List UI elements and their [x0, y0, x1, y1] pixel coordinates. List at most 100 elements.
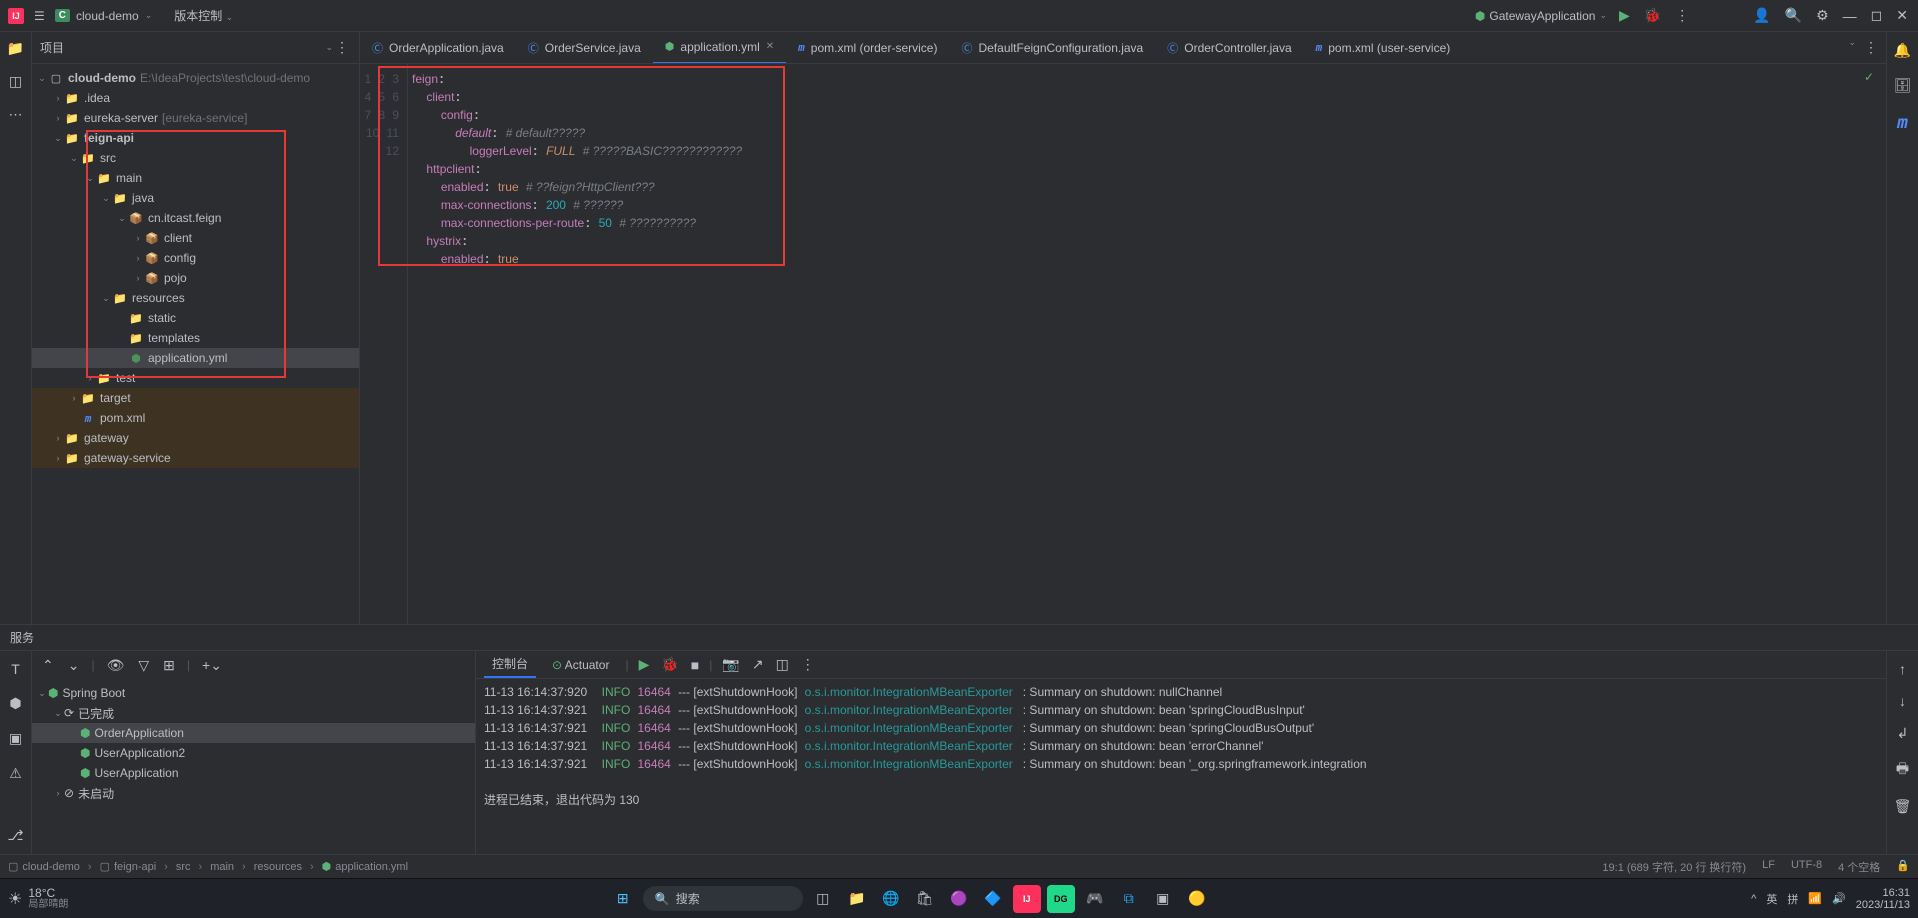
tree-row-src[interactable]: ⌄📁src: [32, 148, 359, 168]
database-icon[interactable]: 🗄: [1892, 75, 1914, 96]
clear-icon[interactable]: 🗑: [1892, 796, 1914, 817]
tree-row-pojo[interactable]: ›📦pojo: [32, 268, 359, 288]
tab-close-icon[interactable]: ✕: [766, 41, 774, 52]
tree-row-client[interactable]: ›📦client: [32, 228, 359, 248]
panel-more-icon[interactable]: ⋮: [333, 37, 351, 58]
app-icon-3[interactable]: 🎮: [1081, 885, 1109, 913]
services-warning-icon[interactable]: ⚠: [7, 763, 24, 784]
tree-row-idea[interactable]: ›📁.idea: [32, 88, 359, 108]
ime-lang[interactable]: 英: [1766, 891, 1777, 907]
services-text-icon[interactable]: T: [9, 659, 22, 679]
edge-icon[interactable]: 🌐: [877, 885, 905, 913]
scroll-bottom-icon[interactable]: ↓: [1897, 691, 1908, 711]
user-icon[interactable]: 👤: [1751, 5, 1772, 26]
terminal-icon[interactable]: ▣: [1149, 885, 1177, 913]
tree-row-templates[interactable]: 📁templates: [32, 328, 359, 348]
editor-content[interactable]: 1 2 3 4 5 6 7 8 9 10 11 12 feign: client…: [360, 64, 1886, 624]
project-tree[interactable]: ⌄▢ cloud-demo E:\IdeaProjects\test\cloud…: [32, 64, 359, 624]
svc-filter-icon[interactable]: ▽: [136, 655, 151, 676]
more-actions-icon[interactable]: ⋮: [1673, 5, 1691, 26]
project-name[interactable]: cloud-demo: [76, 9, 139, 23]
tree-row-appyml[interactable]: ⬢application.yml: [32, 348, 359, 368]
search-icon[interactable]: 🔍: [1783, 5, 1804, 26]
console-output[interactable]: 11-13 16:14:37:920 INFO 16464 --- [extSh…: [476, 679, 1886, 854]
tree-row-test[interactable]: ›📁test: [32, 368, 359, 388]
tab-order-app[interactable]: ⒸOrderApplication.java: [360, 32, 516, 64]
wrap-icon[interactable]: ↲: [1895, 723, 1911, 744]
notifications-icon[interactable]: 🔔: [1892, 40, 1913, 61]
datagrip-icon[interactable]: DG: [1047, 885, 1075, 913]
console-more-icon[interactable]: ⋮: [799, 654, 817, 675]
tree-row-eureka[interactable]: ›📁eureka-server[eureka-service]: [32, 108, 359, 128]
tab-pom-order[interactable]: mpom.xml (order-service): [786, 32, 949, 64]
status-indent[interactable]: 4 个空格: [1838, 859, 1880, 875]
vcs-menu[interactable]: 版本控制 ⌄: [174, 7, 233, 24]
print-icon[interactable]: 🖶: [1894, 756, 1911, 784]
console-debug-icon[interactable]: 🐞: [659, 654, 680, 675]
tab-order-controller[interactable]: ⒸOrderController.java: [1155, 32, 1303, 64]
svc-plus-icon[interactable]: +⌄: [200, 655, 224, 676]
chevron-down-icon[interactable]: ⌄: [145, 10, 153, 21]
console-run-icon[interactable]: ▶: [637, 654, 652, 675]
search-box[interactable]: 🔍搜索: [643, 886, 803, 911]
scroll-top-icon[interactable]: ↑: [1897, 659, 1908, 679]
svc-order-app[interactable]: ⬢OrderApplication: [32, 723, 475, 743]
actuator-tab[interactable]: ⊙ Actuator: [544, 654, 617, 676]
code-editor[interactable]: feign: client: config: default: # defaul…: [408, 64, 1886, 624]
weather-widget[interactable]: ☀ 18°C 局部晴朗: [8, 887, 68, 911]
svc-view-icon[interactable]: 👁: [105, 655, 127, 676]
tree-row-feign-api[interactable]: ⌄📁feign-api: [32, 128, 359, 148]
app-icon-1[interactable]: 🟣: [945, 885, 973, 913]
tab-order-service[interactable]: ⒸOrderService.java: [516, 32, 653, 64]
close-window-icon[interactable]: ✕: [1894, 5, 1910, 26]
run-config-selector[interactable]: ⬢ GatewayApplication ⌄: [1475, 9, 1607, 23]
svc-done-group[interactable]: ⌄⟳已完成: [32, 703, 475, 723]
structure-tool-icon[interactable]: ◫: [9, 73, 22, 90]
console-stop-icon[interactable]: ■: [689, 655, 701, 675]
tree-row-root[interactable]: ⌄▢ cloud-demo E:\IdeaProjects\test\cloud…: [32, 68, 359, 88]
tree-row-main[interactable]: ⌄📁main: [32, 168, 359, 188]
tree-row-pom[interactable]: mpom.xml: [32, 408, 359, 428]
vscode-icon[interactable]: ⧉: [1115, 885, 1143, 913]
tree-row-gateway[interactable]: ›📁gateway: [32, 428, 359, 448]
services-run-icon[interactable]: ⬢: [7, 693, 23, 714]
svc-collapse-down-icon[interactable]: ⌄: [66, 655, 82, 676]
status-encoding[interactable]: UTF-8: [1791, 859, 1822, 875]
wifi-icon[interactable]: 📶: [1808, 892, 1822, 905]
explorer-icon[interactable]: 📁: [843, 885, 871, 913]
debug-button[interactable]: 🐞: [1642, 5, 1663, 26]
tree-row-pkg[interactable]: ⌄📦cn.itcast.feign: [32, 208, 359, 228]
console-tab[interactable]: 控制台: [484, 651, 536, 678]
minimize-icon[interactable]: —: [1841, 6, 1859, 26]
tree-row-config[interactable]: ›📦config: [32, 248, 359, 268]
maven-tool-icon[interactable]: m: [1895, 110, 1910, 135]
volume-icon[interactable]: 🔊: [1832, 892, 1846, 905]
app-icon-2[interactable]: 🔷: [979, 885, 1007, 913]
tree-row-resources[interactable]: ⌄📁resources: [32, 288, 359, 308]
settings-icon[interactable]: ⚙: [1814, 5, 1831, 26]
chevron-down-icon[interactable]: ⌄: [325, 42, 333, 53]
ime-method[interactable]: 拼: [1787, 891, 1798, 907]
tree-row-java[interactable]: ⌄📁java: [32, 188, 359, 208]
svc-user-app2[interactable]: ⬢UserApplication2: [32, 743, 475, 763]
svc-springboot[interactable]: ⌄⬢Spring Boot: [32, 683, 475, 703]
run-button[interactable]: ▶: [1617, 5, 1632, 26]
tabs-more-icon[interactable]: ⋮: [1862, 37, 1880, 58]
clock-time[interactable]: 16:31: [1882, 887, 1910, 899]
tree-row-target[interactable]: ›📁target: [32, 388, 359, 408]
task-view-icon[interactable]: ◫: [809, 885, 837, 913]
clock-date[interactable]: 2023/11/13: [1856, 899, 1910, 911]
chrome-icon[interactable]: 🟡: [1183, 885, 1211, 913]
tab-default-feign[interactable]: ⒸDefaultFeignConfiguration.java: [949, 32, 1155, 64]
inspection-ok-icon[interactable]: ✓: [1864, 70, 1874, 84]
tree-row-gateway-svc[interactable]: ›📁gateway-service: [32, 448, 359, 468]
svc-collapse-up-icon[interactable]: ⌃: [40, 655, 56, 676]
console-camera-icon[interactable]: 📷: [720, 654, 741, 675]
more-tool-icon[interactable]: ⋯: [9, 106, 23, 123]
services-terminal-icon[interactable]: ▣: [7, 728, 24, 749]
status-lock-icon[interactable]: 🔒: [1896, 859, 1910, 875]
tray-chevron-icon[interactable]: ^: [1751, 893, 1756, 905]
project-tool-icon[interactable]: 📁: [7, 40, 24, 57]
main-menu-icon[interactable]: ☰: [30, 7, 49, 25]
console-layout-icon[interactable]: ◫: [774, 654, 791, 675]
